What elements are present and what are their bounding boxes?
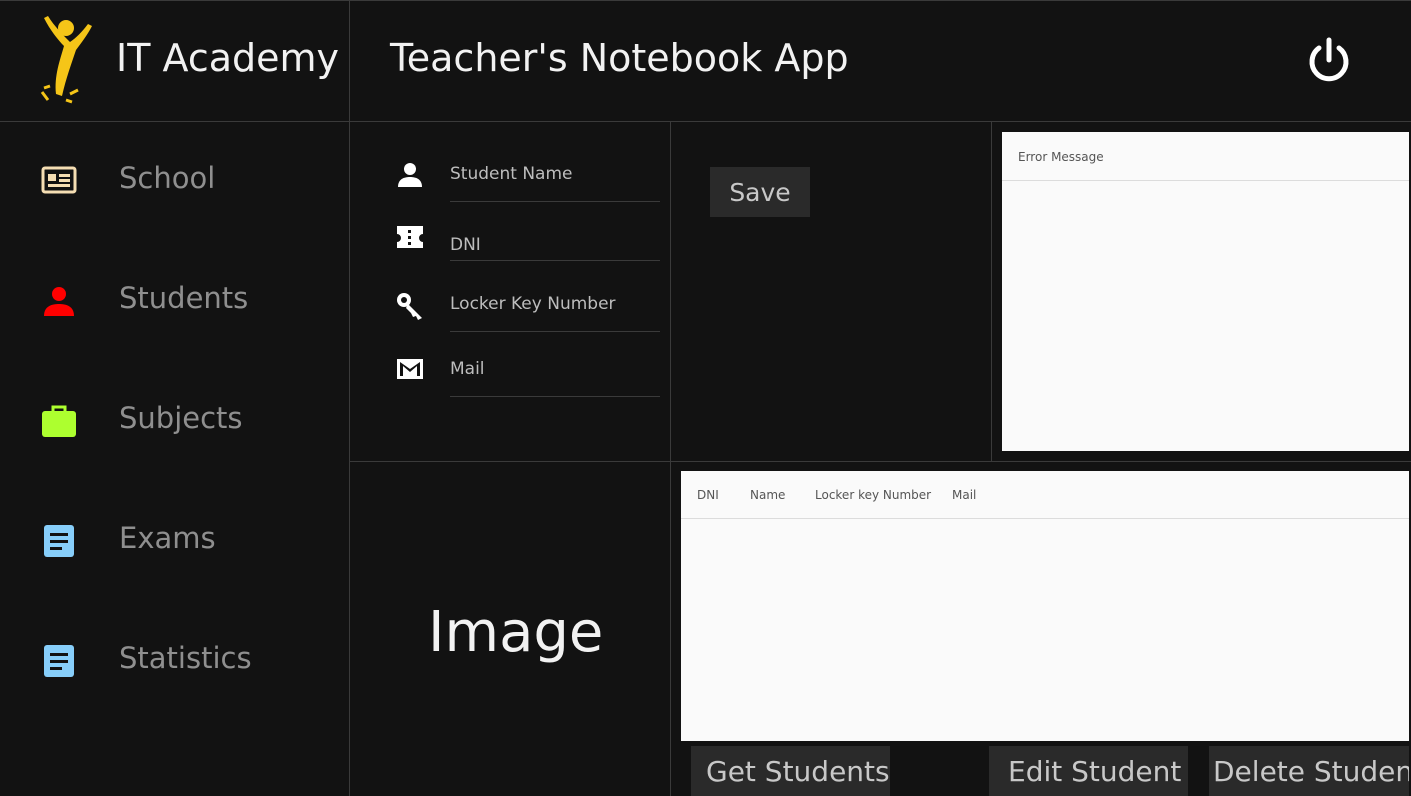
locker-key-number-field[interactable]: Locker Key Number xyxy=(392,284,660,344)
sidebar-item-subjects[interactable]: Subjects xyxy=(0,381,349,461)
page-title: Teacher's Notebook App xyxy=(390,36,849,80)
top-border xyxy=(0,0,1411,1)
column-header-locker-key-number[interactable]: Locker key Number xyxy=(815,488,931,502)
form-column-divider xyxy=(670,121,671,796)
mail-label: Mail xyxy=(450,359,485,379)
power-icon xyxy=(1309,37,1349,82)
student-name-field[interactable]: Student Name xyxy=(392,155,660,215)
sidebar-item-label: Subjects xyxy=(119,401,243,435)
document-icon xyxy=(40,523,78,559)
locker-key-number-label: Locker Key Number xyxy=(450,294,616,314)
field-underline xyxy=(450,260,660,261)
dni-field[interactable]: DNI xyxy=(392,220,660,280)
ticket-icon xyxy=(392,220,428,256)
briefcase-icon xyxy=(40,403,78,439)
delete-student-button[interactable]: Delete Student xyxy=(1209,746,1409,796)
field-underline xyxy=(450,201,660,202)
column-header-name[interactable]: Name xyxy=(750,488,785,502)
app-window: IT Academy Teacher's Notebook App School xyxy=(0,0,1411,796)
sidebar-divider xyxy=(349,0,350,796)
key-icon xyxy=(392,288,428,324)
person-icon xyxy=(392,159,428,195)
column-header-dni[interactable]: DNI xyxy=(697,488,719,502)
document-icon xyxy=(40,643,78,679)
sidebar-item-exams[interactable]: Exams xyxy=(0,501,349,581)
error-message-panel: Error Message xyxy=(1002,132,1409,451)
sidebar-item-label: Students xyxy=(119,281,249,315)
student-name-label: Student Name xyxy=(450,164,573,184)
error-message-header: Error Message xyxy=(1018,150,1104,164)
sidebar-item-label: School xyxy=(119,161,216,195)
get-students-button[interactable]: Get Students xyxy=(691,746,890,796)
content-middle-divider xyxy=(349,461,1411,462)
sidebar-item-statistics[interactable]: Statistics xyxy=(0,621,349,701)
column-header-mail[interactable]: Mail xyxy=(952,488,976,502)
power-button[interactable] xyxy=(1304,36,1354,86)
brand-title: IT Academy xyxy=(116,36,340,80)
sidebar-item-students[interactable]: Students xyxy=(0,261,349,341)
dni-label: DNI xyxy=(450,235,481,255)
sidebar-item-school[interactable]: School xyxy=(0,141,349,221)
sidebar-item-label: Statistics xyxy=(119,641,252,675)
student-image-placeholder: Image xyxy=(428,600,604,665)
it-academy-logo-icon xyxy=(36,16,96,104)
edit-student-button[interactable]: Edit Student xyxy=(989,746,1188,796)
field-underline xyxy=(450,331,660,332)
save-button[interactable]: Save xyxy=(710,167,810,217)
header-divider xyxy=(0,121,1411,122)
mail-field[interactable]: Mail xyxy=(392,350,660,410)
table-header-divider xyxy=(681,518,1409,519)
error-header-divider xyxy=(1002,180,1409,181)
sidebar-item-label: Exams xyxy=(119,521,216,555)
field-underline xyxy=(450,396,660,397)
mail-icon xyxy=(392,352,428,388)
save-column-divider xyxy=(991,121,992,461)
id-card-icon xyxy=(40,163,78,199)
students-table[interactable]: DNI Name Locker key Number Mail xyxy=(681,471,1409,741)
person-icon xyxy=(40,283,78,319)
